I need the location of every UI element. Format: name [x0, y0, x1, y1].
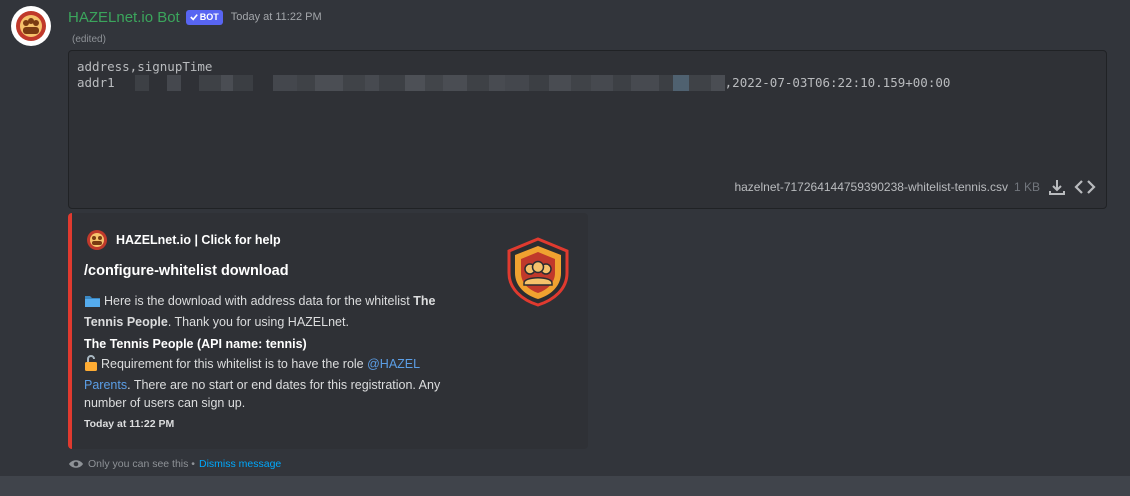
- csv-signup-time: ,2022-07-03T06:22:10.159+00:00: [724, 75, 951, 90]
- bot-avatar[interactable]: [11, 6, 51, 46]
- unlock-icon: [84, 355, 98, 376]
- embed-description-thanks: . Thank you for using HAZELnet.: [167, 315, 349, 329]
- ephemeral-text: Only you can see this •: [88, 458, 195, 470]
- check-icon: [189, 14, 198, 21]
- shield-icon: [507, 237, 569, 307]
- embed-description-text: Here is the download with address data f…: [104, 294, 410, 308]
- embed-title: /configure-whitelist download: [84, 263, 289, 279]
- bot-tag-label: BOT: [199, 12, 219, 22]
- ephemeral-notice: Only you can see this • Dismiss message: [68, 458, 281, 470]
- edited-label: (edited): [72, 34, 106, 45]
- message-input-strip[interactable]: [0, 476, 1130, 496]
- eye-icon: [69, 460, 83, 468]
- expand-code-button[interactable]: [1074, 176, 1096, 198]
- attachment-footer: hazelnet-717264144759390238-whitelist-te…: [734, 176, 1096, 198]
- embed-field-name: The Tennis People (API name: tennis): [84, 337, 307, 351]
- help-embed: HAZELnet.io | Click for help /configure-…: [68, 213, 588, 449]
- download-button[interactable]: [1046, 176, 1068, 198]
- download-icon: [1049, 180, 1065, 195]
- hazel-logo-icon: [16, 11, 46, 41]
- message-header: HAZELnet.io Bot BOT Today at 11:22 PM: [68, 7, 322, 27]
- embed-author[interactable]: HAZELnet.io | Click for help: [86, 229, 281, 251]
- csv-address-prefix: addr1: [77, 75, 115, 90]
- embed-field-value: Requirement for this whitelist is to hav…: [84, 355, 469, 412]
- username[interactable]: HAZELnet.io Bot: [68, 9, 180, 26]
- redacted-address: [115, 75, 725, 91]
- code-brackets-icon: [1074, 180, 1096, 194]
- embed-description: Here is the download with address data f…: [84, 292, 469, 331]
- folder-icon: [84, 294, 101, 313]
- requirement-text: Requirement for this whitelist is to hav…: [101, 357, 364, 371]
- embed-author-name[interactable]: HAZELnet.io | Click for help: [116, 233, 281, 247]
- requirement-details: . There are no start or end dates for th…: [84, 378, 441, 410]
- csv-preview: address,signupTime addr1 ,2022-07-03T06:2…: [77, 59, 950, 91]
- file-attachment: address,signupTime addr1 ,2022-07-03T06:2…: [68, 50, 1107, 209]
- embed-footer-timestamp: Today at 11:22 PM: [84, 418, 175, 430]
- whitelist-shield-thumbnail: [506, 237, 570, 307]
- dismiss-message-link[interactable]: Dismiss message: [199, 458, 281, 470]
- attachment-filesize: 1 KB: [1013, 180, 1040, 194]
- bot-tag: BOT: [185, 9, 223, 25]
- hazel-author-icon: [86, 229, 108, 251]
- attachment-filename[interactable]: hazelnet-717264144759390238-whitelist-te…: [734, 180, 1008, 194]
- csv-header-line: address,signupTime: [77, 59, 213, 74]
- message-timestamp: Today at 11:22 PM: [230, 11, 322, 23]
